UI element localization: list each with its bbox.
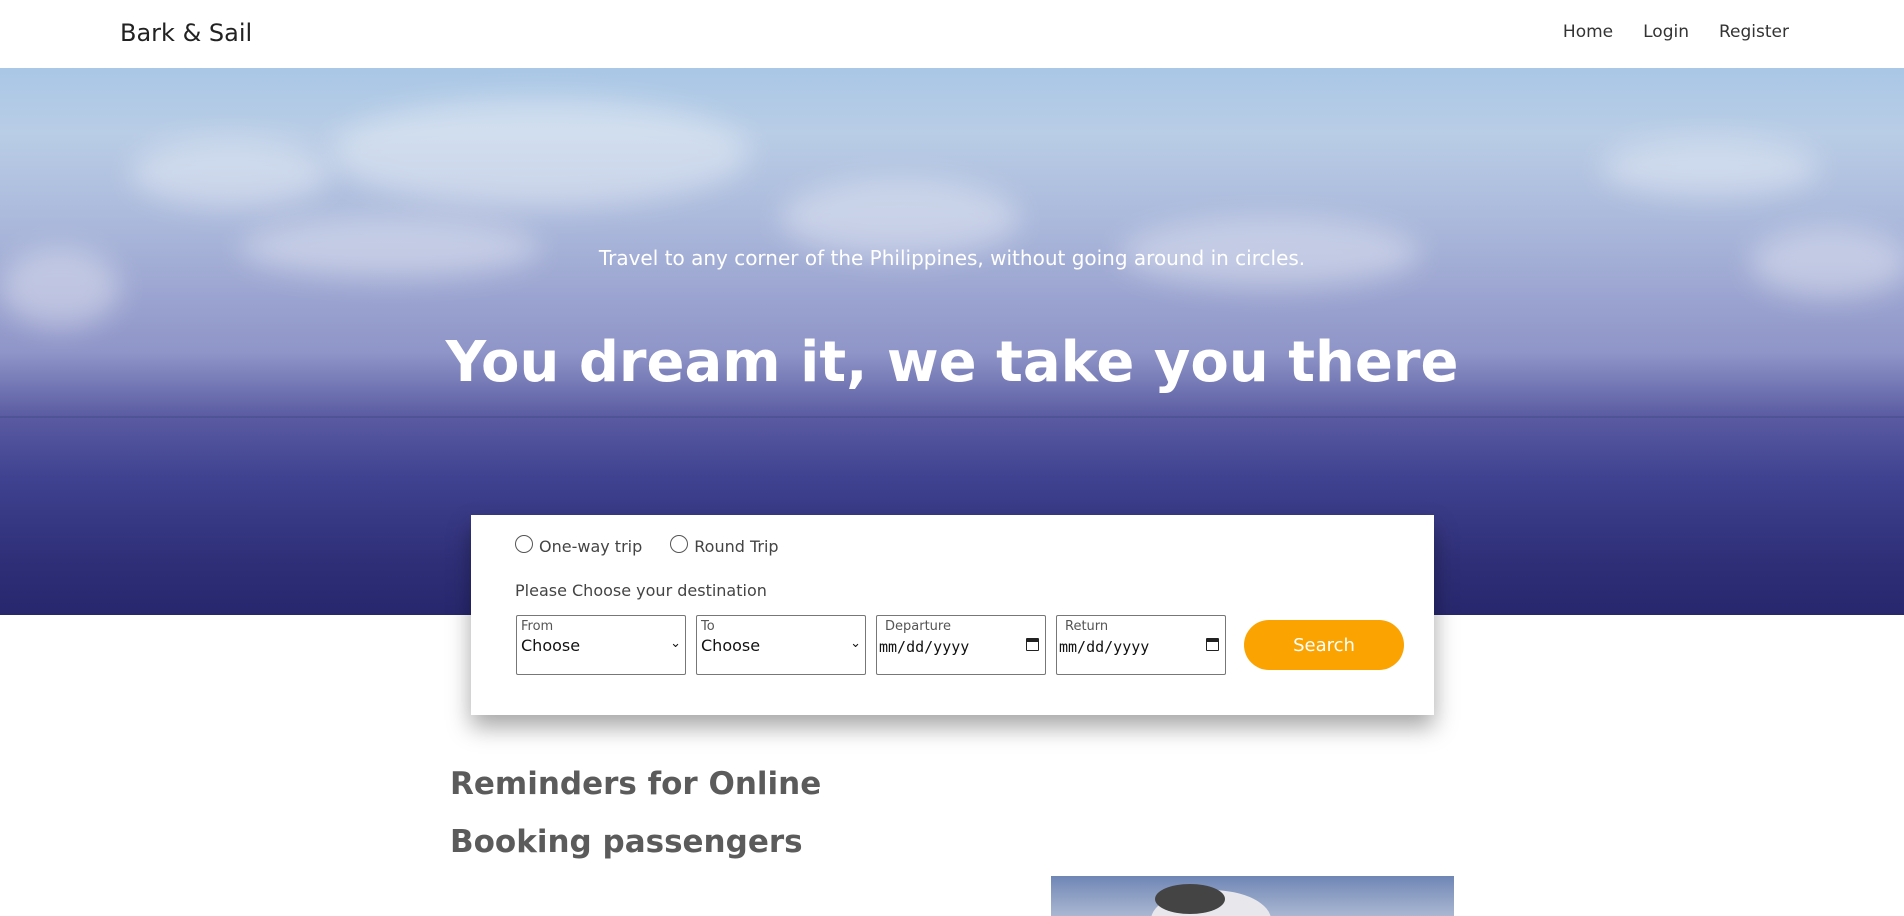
departure-label: Departure <box>885 619 951 634</box>
round-trip-label: Round Trip <box>694 537 779 556</box>
trip-type-options: One-way trip Round Trip <box>515 534 779 556</box>
brand-logo-link[interactable]: Bark & Sail <box>120 19 252 47</box>
one-way-label: One-way trip <box>539 537 643 556</box>
chevron-down-icon: ⌄ <box>850 636 861 651</box>
from-label: From <box>521 619 554 634</box>
round-trip-option[interactable]: Round Trip <box>670 534 779 556</box>
horizon-line <box>0 416 1904 418</box>
cloud-decoration <box>1600 138 1820 198</box>
calendar-icon[interactable] <box>1206 638 1219 651</box>
return-value: mm/dd/yyyy <box>1059 638 1150 656</box>
calendar-icon[interactable] <box>1026 638 1039 651</box>
trip-search-form: One-way trip Round Trip Please Choose yo… <box>471 515 1434 715</box>
chevron-down-icon: ⌄ <box>670 636 681 651</box>
one-way-trip-option[interactable]: One-way trip <box>515 534 643 556</box>
search-button[interactable]: Search <box>1244 620 1404 670</box>
top-navbar: Bark & Sail Home Login Register <box>0 0 1904 68</box>
nav-link-register[interactable]: Register <box>1719 22 1789 42</box>
ship-photo <box>1051 876 1454 916</box>
to-select[interactable]: To Choose ⌄ <box>696 615 866 675</box>
destination-prompt: Please Choose your destination <box>515 581 767 600</box>
departure-value: mm/dd/yyyy <box>879 638 970 656</box>
from-select[interactable]: From Choose ⌄ <box>516 615 686 675</box>
reminders-heading-line2: Booking passengers <box>450 824 803 860</box>
departure-date-input[interactable]: Departure mm/dd/yyyy <box>876 615 1046 675</box>
cloud-decoration <box>130 138 330 208</box>
hero-title: You dream it, we take you there <box>445 330 1459 395</box>
round-trip-radio[interactable] <box>670 534 689 553</box>
reminders-heading-line1: Reminders for Online <box>450 766 822 802</box>
to-label: To <box>701 619 715 634</box>
nav-links: Home Login Register <box>1563 22 1789 42</box>
cloud-decoration <box>330 98 750 208</box>
one-way-radio[interactable] <box>515 534 533 553</box>
return-label: Return <box>1065 619 1109 634</box>
to-value: Choose <box>701 636 761 655</box>
hero-tagline: Travel to any corner of the Philippines,… <box>598 246 1306 270</box>
return-date-input[interactable]: Return mm/dd/yyyy <box>1056 615 1226 675</box>
from-value: Choose <box>521 636 581 655</box>
nav-link-home[interactable]: Home <box>1563 22 1613 42</box>
nav-link-login[interactable]: Login <box>1643 22 1689 42</box>
